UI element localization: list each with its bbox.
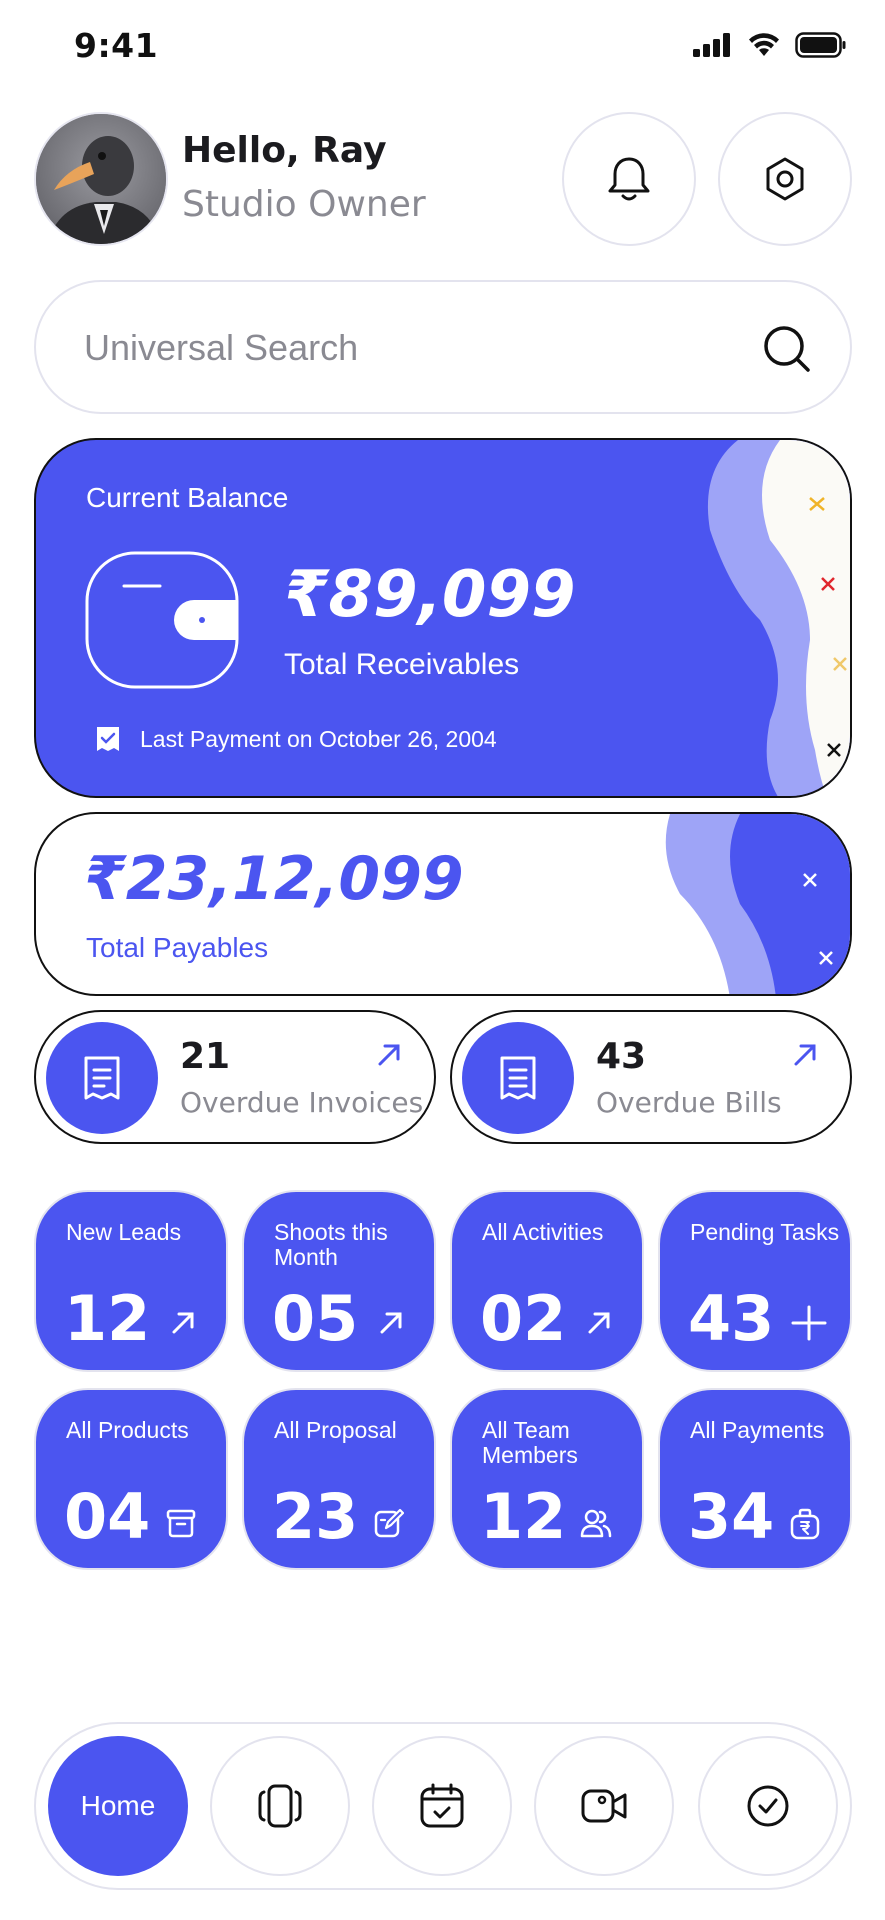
overdue-bills-count: 43 <box>596 1036 647 1077</box>
tile-label: All Products <box>66 1417 189 1443</box>
receivables-amount: ₹89,099 <box>284 558 576 632</box>
tile-pending-tasks[interactable]: Pending Tasks 43 <box>658 1190 852 1372</box>
status-bar: 9:41 <box>0 0 885 90</box>
total-payables-card[interactable]: ₹23,12,099 Total Payables <box>34 812 852 996</box>
tile-value: 04 <box>64 1480 151 1553</box>
overdue-invoices-card[interactable]: 21 Overdue Invoices <box>34 1010 436 1144</box>
tile-label: All Activities <box>482 1219 604 1245</box>
arrow-up-right-icon <box>794 1044 816 1066</box>
status-icons <box>693 32 847 58</box>
signal-icon <box>693 33 730 57</box>
bottom-nav: Home <box>34 1722 852 1890</box>
search-bar[interactable] <box>34 280 852 414</box>
payables-label: Total Payables <box>86 932 269 963</box>
overdue-bills-card[interactable]: 43 Overdue Bills <box>450 1010 852 1144</box>
tile-label: All Team Members <box>482 1417 578 1468</box>
tile-value: 43 <box>688 1282 775 1355</box>
nav-video-button[interactable] <box>534 1736 674 1876</box>
card-wave-decoration <box>707 440 850 796</box>
calendar-check-icon <box>420 1783 464 1828</box>
overdue-invoices-count: 21 <box>180 1036 231 1077</box>
current-balance-card[interactable]: Current Balance ₹89,099 Total Receivable… <box>34 438 852 798</box>
card-wave-decoration <box>665 814 850 994</box>
avatar[interactable] <box>34 112 168 246</box>
arrow-up-right-icon <box>378 1044 400 1066</box>
tile-value: 12 <box>480 1480 567 1553</box>
user-role: Studio Owner <box>182 184 426 225</box>
tile-all-proposal[interactable]: All Proposal 23 <box>242 1388 436 1570</box>
video-icon <box>581 1789 627 1823</box>
arrow-up-right-icon <box>172 1312 194 1334</box>
overdue-bills-label: Overdue Bills <box>596 1086 782 1119</box>
tile-value: 23 <box>272 1480 359 1553</box>
tile-shoots-this-month[interactable]: Shoots this Month 05 <box>242 1190 436 1372</box>
invoice-icon <box>46 1022 158 1134</box>
tile-value: 12 <box>64 1282 151 1355</box>
payables-amount: ₹23,12,099 <box>84 844 464 914</box>
wifi-icon <box>749 33 779 56</box>
tile-all-activities[interactable]: All Activities 02 <box>450 1190 644 1372</box>
archive-icon <box>166 1509 196 1538</box>
balance-label: Current Balance <box>86 482 289 513</box>
nav-home-button[interactable]: Home <box>48 1736 188 1876</box>
plus-icon <box>791 1305 827 1341</box>
nav-cards-button[interactable] <box>210 1736 350 1876</box>
overdue-invoices-label: Overdue Invoices <box>180 1086 424 1119</box>
bill-icon <box>462 1022 574 1134</box>
tile-value: 34 <box>688 1480 775 1553</box>
receivables-label: Total Receivables <box>284 648 520 681</box>
nav-calendar-button[interactable] <box>372 1736 512 1876</box>
tile-label: All Proposal <box>274 1417 397 1443</box>
wallet-rupee-icon <box>790 1508 820 1540</box>
tile-label: Pending Tasks <box>690 1219 840 1245</box>
users-icon <box>580 1509 612 1538</box>
search-icon[interactable] <box>762 324 812 374</box>
wallet-icon <box>85 551 239 689</box>
tile-all-payments[interactable]: All Payments 34 <box>658 1388 852 1570</box>
tile-label: Shoots this Month <box>274 1219 388 1270</box>
greeting: Hello, Ray <box>182 130 387 171</box>
avatar-image <box>36 114 166 244</box>
tile-all-team-members[interactable]: All Team Members 12 <box>450 1388 644 1570</box>
settings-button[interactable] <box>718 112 852 246</box>
tile-new-leads[interactable]: New Leads 12 <box>34 1190 228 1372</box>
arrow-up-right-icon <box>380 1312 402 1334</box>
notifications-button[interactable] <box>562 112 696 246</box>
tile-label: All Payments <box>690 1417 825 1443</box>
last-payment-text: Last Payment on October 26, 2004 <box>140 726 497 752</box>
cards-icon <box>258 1784 302 1828</box>
status-time: 9:41 <box>74 26 159 65</box>
check-circle-icon <box>747 1785 789 1827</box>
receipt-icon <box>97 727 119 751</box>
tile-value: 05 <box>272 1282 359 1355</box>
gear-icon <box>766 157 804 201</box>
edit-icon <box>374 1508 404 1538</box>
tile-label: New Leads <box>66 1219 182 1245</box>
arrow-up-right-icon <box>588 1312 610 1334</box>
search-input[interactable] <box>84 318 724 378</box>
tile-all-products[interactable]: All Products 04 <box>34 1388 228 1570</box>
nav-tasks-button[interactable] <box>698 1736 838 1876</box>
tile-value: 02 <box>480 1282 567 1355</box>
battery-icon <box>795 32 846 58</box>
bell-icon <box>608 157 650 201</box>
